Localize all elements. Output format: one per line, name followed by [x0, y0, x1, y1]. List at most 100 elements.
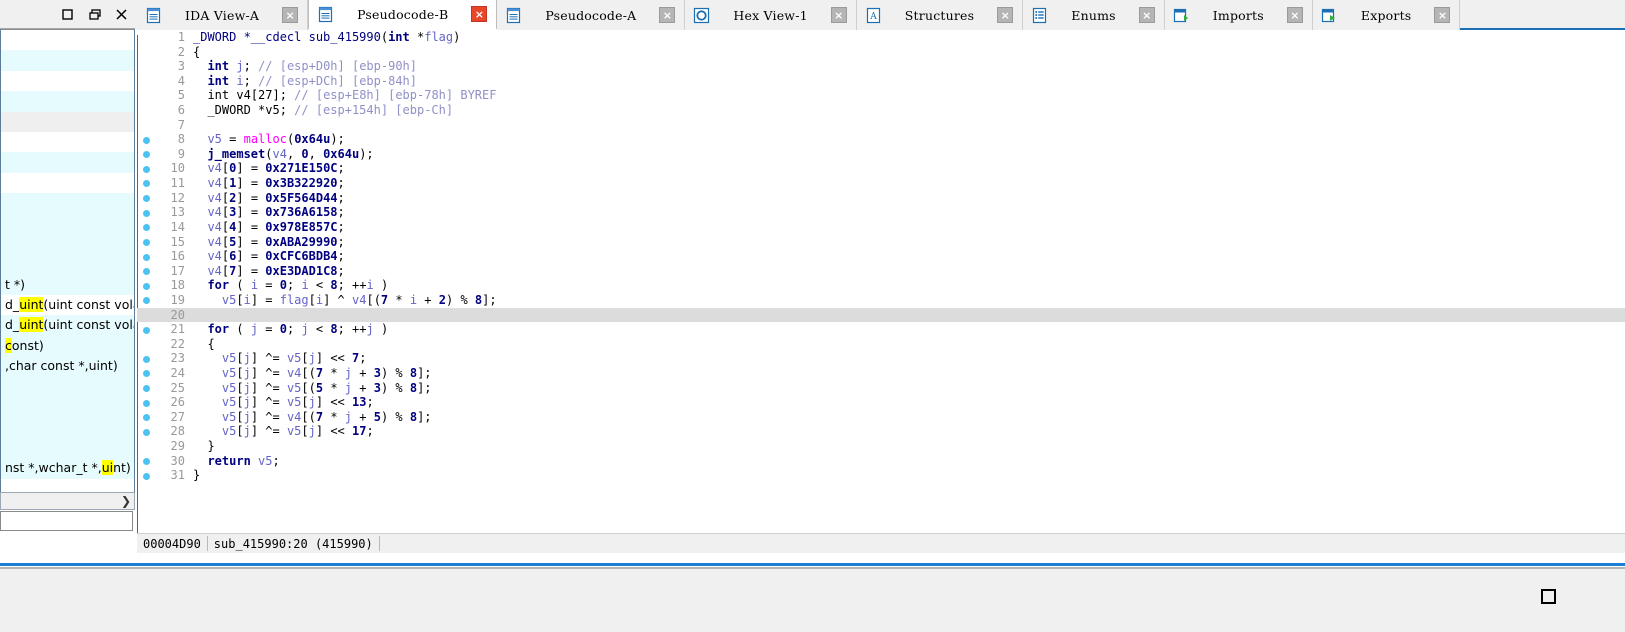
tab-close-icon[interactable]: × — [282, 7, 299, 23]
close-icon[interactable] — [108, 1, 135, 28]
function-list-item[interactable] — [1, 70, 134, 92]
tab-close-icon[interactable]: × — [830, 7, 847, 23]
pseudocode-view[interactable]: 1 _DWORD *__cdecl sub_415990(int *flag) 2{… — [137, 30, 1625, 533]
pseudocode-line[interactable]: 18 for ( i = 0; i < 8; ++i ) — [137, 278, 1625, 293]
pseudocode-line[interactable]: 11 v4[1] = 0x3B322920; — [137, 176, 1625, 191]
breakpoint-marker-icon[interactable] — [143, 180, 150, 188]
resize-grip-icon[interactable] — [1541, 589, 1556, 604]
pseudocode-line[interactable]: 9 j_memset(v4, 0, 0x64u); — [137, 147, 1625, 162]
functions-panel[interactable]: t *)d_uint(uint const volatiled_uint(uin… — [0, 29, 135, 509]
function-list-item[interactable] — [1, 172, 134, 194]
pseudocode-line[interactable]: 12 v4[2] = 0x5F564D44; — [137, 191, 1625, 206]
tab-close-icon[interactable]: × — [659, 7, 676, 23]
breakpoint-marker-icon[interactable] — [143, 195, 150, 203]
pseudocode-line[interactable]: 5 int v4[27]; // [esp+E8h] [ebp-78h] BYR… — [137, 88, 1625, 103]
restore-icon[interactable] — [81, 1, 108, 28]
pseudocode-line[interactable]: 2{ — [137, 45, 1625, 60]
pseudocode-line[interactable]: 27 v5[j] ^= v4[(7 * j + 5) % 8]; — [137, 410, 1625, 425]
pseudocode-line[interactable]: 21 for ( j = 0; j < 8; ++j ) — [137, 322, 1625, 337]
breakpoint-marker-icon[interactable] — [143, 238, 150, 246]
function-list-item[interactable] — [1, 111, 134, 132]
function-list-item[interactable] — [1, 397, 134, 418]
pseudocode-line[interactable]: 15 v4[5] = 0xABA29990; — [137, 235, 1625, 250]
function-list-item[interactable] — [1, 233, 134, 255]
pseudocode-line[interactable]: 28 v5[j] ^= v5[j] << 17; — [137, 424, 1625, 439]
breakpoint-marker-icon[interactable] — [143, 165, 150, 173]
tab-pseudocode-b[interactable]: Pseudocode-B × — [308, 0, 498, 30]
breakpoint-marker-icon[interactable] — [143, 209, 150, 217]
function-list-item[interactable]: d_uint(uint const volatile — [1, 315, 134, 336]
pseudocode-line[interactable]: 17 v4[7] = 0xE3DAD1C8; — [137, 264, 1625, 279]
function-list-item[interactable]: const) — [1, 335, 134, 357]
breakpoint-marker-icon[interactable] — [143, 297, 150, 305]
function-list-item[interactable]: t *) — [1, 274, 134, 296]
function-list-item[interactable] — [1, 30, 134, 51]
pseudocode-line[interactable]: 25 v5[j] ^= v5[(5 * j + 3) % 8]; — [137, 381, 1625, 396]
pseudocode-line[interactable]: 16 v4[6] = 0xCFC6BDB4; — [137, 249, 1625, 264]
functions-panel-hscrollbar[interactable]: ❯ — [0, 492, 135, 510]
pseudocode-line[interactable]: 1 _DWORD *__cdecl sub_415990(int *flag) — [137, 30, 1625, 45]
tab-close-icon[interactable]: × — [1138, 7, 1155, 23]
pseudocode-line[interactable]: 23 v5[j] ^= v5[j] << 7; — [137, 351, 1625, 366]
function-list-item[interactable] — [1, 254, 134, 275]
view-tab-strip[interactable]: IDA View-A × Pseudocode-B × Pseudocode-A × Hex… — [137, 0, 1625, 30]
pseudocode-line-text: int v4[27]; // [esp+E8h] [ebp-78h] BYREF — [207, 88, 497, 103]
function-list-item[interactable] — [1, 437, 134, 459]
tab-close-icon[interactable]: × — [1434, 7, 1451, 23]
function-list-item[interactable] — [1, 50, 134, 71]
scroll-right-icon[interactable]: ❯ — [118, 494, 134, 508]
pseudocode-line[interactable]: 6 _DWORD *v5; // [esp+154h] [ebp-Ch] — [137, 103, 1625, 118]
tab-structures[interactable]: A Structures × — [856, 0, 1024, 30]
breakpoint-marker-icon[interactable] — [143, 414, 150, 422]
pseudocode-line[interactable]: 4 int i; // [esp+DCh] [ebp-84h] — [137, 74, 1625, 89]
pseudocode-line[interactable]: 31} — [137, 468, 1625, 483]
pseudocode-line[interactable]: 13 v4[3] = 0x736A6158; — [137, 205, 1625, 220]
function-list-item[interactable] — [1, 376, 134, 398]
tab-hex-view-1[interactable]: Hex View-1 × — [685, 0, 857, 30]
pseudocode-line[interactable]: 22 { — [137, 337, 1625, 352]
pseudocode-line[interactable]: 14 v4[4] = 0x978E857C; — [137, 220, 1625, 235]
tab-close-icon[interactable]: × — [471, 6, 488, 22]
breakpoint-marker-icon[interactable] — [143, 472, 150, 480]
tab-pseudocode-a[interactable]: Pseudocode-A × — [497, 0, 686, 30]
pseudocode-line[interactable]: 30 return v5; — [137, 454, 1625, 469]
breakpoint-marker-icon[interactable] — [143, 224, 150, 232]
function-list-item[interactable]: nst *,wchar_t *,uint) — [1, 458, 134, 479]
function-list-item[interactable] — [1, 152, 134, 173]
tab-exports[interactable]: Exports × — [1312, 0, 1461, 30]
function-list-item[interactable] — [1, 193, 134, 214]
breakpoint-marker-icon[interactable] — [143, 282, 150, 290]
breakpoint-marker-icon[interactable] — [143, 458, 150, 466]
pseudocode-line[interactable]: 8 v5 = malloc(0x64u); — [137, 132, 1625, 147]
breakpoint-marker-icon[interactable] — [143, 136, 150, 144]
breakpoint-marker-icon[interactable] — [143, 385, 150, 393]
function-list-item[interactable]: d_uint(uint const volatile — [1, 295, 134, 316]
tab-ida-view-a[interactable]: IDA View-A × — [137, 0, 309, 30]
pseudocode-line[interactable]: 7 — [137, 118, 1625, 133]
function-list-item[interactable] — [1, 417, 134, 438]
function-list-item[interactable] — [1, 213, 134, 234]
pseudocode-line[interactable]: 19 v5[i] = flag[i] ^ v4[(7 * i + 2) % 8]… — [137, 293, 1625, 308]
tab-enums[interactable]: Enums × — [1023, 0, 1165, 30]
breakpoint-marker-icon[interactable] — [143, 370, 150, 378]
breakpoint-marker-icon[interactable] — [143, 326, 150, 334]
tab-close-icon[interactable]: × — [1286, 7, 1303, 23]
function-list-item[interactable] — [1, 91, 134, 112]
tab-imports[interactable]: Imports × — [1164, 0, 1313, 30]
breakpoint-marker-icon[interactable] — [143, 151, 150, 159]
pseudocode-line[interactable]: 3 int j; // [esp+D0h] [ebp-90h] — [137, 59, 1625, 74]
pseudocode-line[interactable]: 20 — [137, 307, 1625, 323]
function-list-item[interactable]: ,char const *,uint) — [1, 356, 134, 377]
pseudocode-line[interactable]: 29 } — [137, 439, 1625, 454]
tab-close-icon[interactable]: × — [997, 7, 1014, 23]
breakpoint-marker-icon[interactable] — [143, 428, 150, 436]
function-list-item[interactable] — [1, 131, 134, 153]
breakpoint-marker-icon[interactable] — [143, 399, 150, 407]
breakpoint-marker-icon[interactable] — [143, 253, 150, 261]
breakpoint-marker-icon[interactable] — [143, 268, 150, 276]
pseudocode-line[interactable]: 24 v5[j] ^= v4[(7 * j + 3) % 8]; — [137, 366, 1625, 381]
maximize-icon[interactable] — [54, 1, 81, 28]
breakpoint-marker-icon[interactable] — [143, 355, 150, 363]
pseudocode-line[interactable]: 26 v5[j] ^= v5[j] << 13; — [137, 395, 1625, 410]
pseudocode-line[interactable]: 10 v4[0] = 0x271E150C; — [137, 161, 1625, 176]
